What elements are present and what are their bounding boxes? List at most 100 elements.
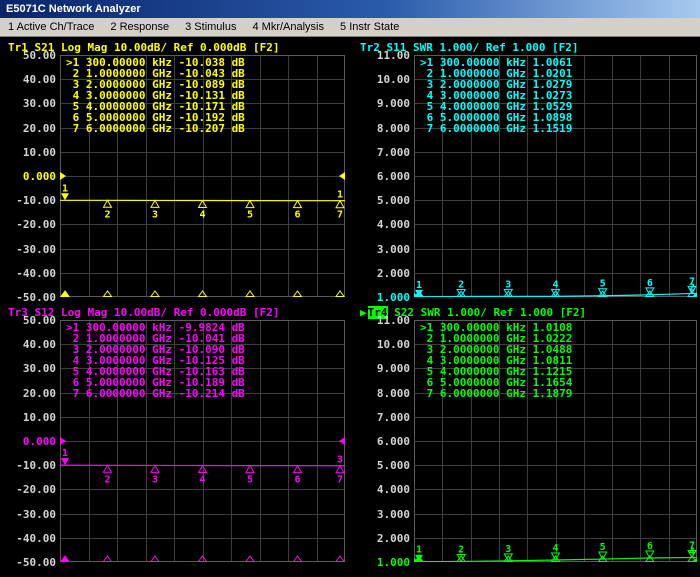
y-axis-label: 30.00 xyxy=(2,97,56,110)
menu-instr-state[interactable]: 5 Instr State xyxy=(332,18,407,36)
y-axis-label: -30.00 xyxy=(2,508,56,521)
marker-number: 2 xyxy=(104,209,110,220)
y-axis-label: -50.00 xyxy=(2,556,56,569)
marker-number: 4 xyxy=(552,279,558,290)
y-axis-label: 2.000 xyxy=(356,532,410,545)
marker-number: 4 xyxy=(199,475,205,486)
menu-mkr-analysis[interactable]: 4 Mkr/Analysis xyxy=(244,18,332,36)
y-axis-label: 11.00 xyxy=(356,49,410,62)
y-axis-label: 5.000 xyxy=(356,194,410,207)
y-axis-label: -20.00 xyxy=(2,483,56,496)
marker-number: 3 xyxy=(505,544,511,555)
marker-number: 6 xyxy=(294,210,300,221)
y-axis-label: 9.000 xyxy=(356,362,410,375)
marker-axis-tick-icon xyxy=(151,556,159,562)
marker-number: 4 xyxy=(199,210,205,221)
trace4-settings-text: S22 SWR 1.000/ Ref 1.000 [F2] xyxy=(388,306,587,319)
ref-level-arrow-right xyxy=(339,172,345,180)
marker-number: 5 xyxy=(600,279,606,290)
y-axis-label: 8.000 xyxy=(356,122,410,135)
y-axis-label: -40.00 xyxy=(2,267,56,280)
trace-number-label: 4 xyxy=(689,546,695,557)
y-axis-label: 4.000 xyxy=(356,483,410,496)
marker-icon xyxy=(103,465,111,472)
window-titlebar[interactable]: E5071C Network Analyzer xyxy=(0,0,700,18)
marker-icon xyxy=(293,201,301,208)
y-axis-label: 5.000 xyxy=(356,459,410,472)
y-axis-label: -10.00 xyxy=(2,194,56,207)
y-axis-label: -40.00 xyxy=(2,532,56,545)
marker-icon xyxy=(151,465,159,472)
marker-number: 3 xyxy=(152,209,158,220)
marker-readout-row: 7 6.0000000 GHz 1.1879 xyxy=(420,388,572,399)
marker-readout-row: 7 6.0000000 GHz -10.207 dB xyxy=(66,123,245,134)
y-axis-label: 3.000 xyxy=(356,243,410,256)
y-axis-label: 8.000 xyxy=(356,387,410,400)
menu-stimulus[interactable]: 3 Stimulus xyxy=(177,18,244,36)
marker-number: 5 xyxy=(247,210,253,221)
y-axis-label: 20.00 xyxy=(2,122,56,135)
marker-icon xyxy=(198,201,206,208)
y-axis-label: 7.000 xyxy=(356,146,410,159)
y-axis-label: 6.000 xyxy=(356,170,410,183)
marker-icon xyxy=(151,200,159,207)
y-axis-label: 30.00 xyxy=(2,362,56,375)
marker-readout-row: 7 6.0000000 GHz -10.214 dB xyxy=(66,388,245,399)
marker-icon xyxy=(246,466,254,473)
y-axis-label: 10.00 xyxy=(356,338,410,351)
ref-level-arrow-left xyxy=(60,437,66,445)
marker-axis-tick-icon xyxy=(151,291,159,297)
y-axis-label: 10.00 xyxy=(2,411,56,424)
marker-number: 5 xyxy=(600,542,606,553)
marker-number: 6 xyxy=(294,475,300,486)
trace2-quadrant: ▶Tr2 S11 SWR 1.000/ Ref 1.000 [F2] 12345… xyxy=(350,38,700,303)
marker-icon xyxy=(198,466,206,473)
y-axis-label: 11.00 xyxy=(356,314,410,327)
marker-number: 2 xyxy=(458,544,464,555)
marker-number: 7 xyxy=(337,210,343,221)
marker-axis-tick-icon xyxy=(293,556,301,562)
marker-number: 7 xyxy=(337,475,343,486)
y-axis-label: -10.00 xyxy=(2,459,56,472)
y-axis-label: 4.000 xyxy=(356,218,410,231)
marker-readout-row: 7 6.0000000 GHz 1.1519 xyxy=(420,123,572,134)
marker-number: 6 xyxy=(647,541,653,552)
marker-icon xyxy=(646,551,654,558)
marker-icon xyxy=(336,466,344,473)
y-axis-label: 20.00 xyxy=(2,387,56,400)
trace-number-label: 1 xyxy=(337,190,343,201)
marker-number: 4 xyxy=(552,543,558,554)
trace1-marker-table: >1 300.00000 kHz -10.038 dB 2 1.0000000 … xyxy=(66,57,245,134)
y-axis-label: 0.000 xyxy=(2,435,56,448)
y-axis-label: 6.000 xyxy=(356,435,410,448)
trace-number-label: 2 xyxy=(689,282,695,293)
y-axis-label: 40.00 xyxy=(2,338,56,351)
marker-number: 1 xyxy=(62,448,68,459)
y-axis-label: 10.00 xyxy=(2,146,56,159)
y-axis-label: 10.00 xyxy=(356,73,410,86)
trace3-quadrant: ▶Tr3 S12 Log Mag 10.00dB/ Ref 0.000dB [F… xyxy=(0,303,350,568)
y-axis-label: -30.00 xyxy=(2,243,56,256)
window-title: E5071C Network Analyzer xyxy=(6,3,141,15)
y-axis-label: -20.00 xyxy=(2,218,56,231)
marker-number: 1 xyxy=(62,183,68,194)
y-axis-label: 9.000 xyxy=(356,97,410,110)
menu-response[interactable]: 2 Response xyxy=(102,18,177,36)
menu-active-ch-trace[interactable]: 1 Active Ch/Trace xyxy=(0,18,102,36)
marker-axis-tick-icon xyxy=(61,291,69,297)
analyzer-screen: ▶Tr1 S21 Log Mag 10.00dB/ Ref 0.000dB [F… xyxy=(0,37,700,577)
marker-icon xyxy=(293,466,301,473)
marker-number: 1 xyxy=(416,545,422,556)
ref-level-arrow-left xyxy=(60,172,66,180)
trace-number-label: 3 xyxy=(337,455,343,466)
y-axis-label: 50.00 xyxy=(2,49,56,62)
marker-axis-tick-icon xyxy=(198,556,206,562)
trace3-marker-table: >1 300.00000 kHz -9.9824 dB 2 1.0000000 … xyxy=(66,322,245,399)
marker-axis-tick-icon xyxy=(246,556,254,562)
marker-number: 6 xyxy=(647,278,653,289)
trace1-settings-text: S21 Log Mag 10.00dB/ Ref 0.000dB [F2] xyxy=(28,41,280,54)
trace2-marker-table: >1 300.00000 kHz 1.0061 2 1.0000000 GHz … xyxy=(420,57,572,134)
marker-number: 3 xyxy=(505,279,511,290)
marker-axis-tick-icon xyxy=(336,291,344,297)
marker-axis-tick-icon xyxy=(198,291,206,297)
